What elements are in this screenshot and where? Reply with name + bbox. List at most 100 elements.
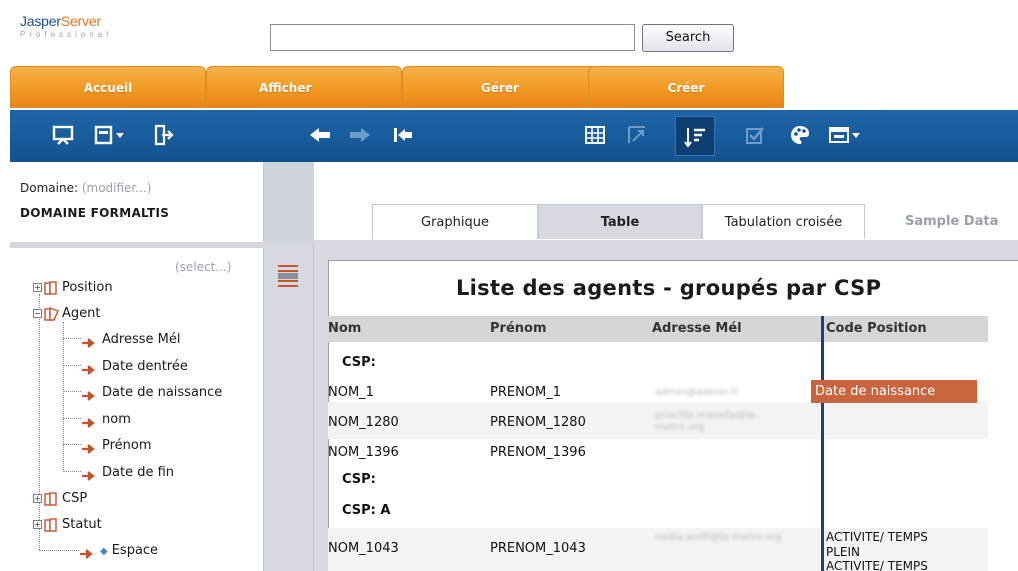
expand-plus-icon[interactable]: + — [33, 494, 42, 503]
palette-icon[interactable] — [787, 124, 813, 148]
column-drop-indicator — [821, 316, 824, 571]
back-arrow-icon[interactable] — [307, 124, 333, 148]
tree-label: Adresse Mél — [102, 332, 181, 347]
cell-prenom: PRENOM_1 — [490, 385, 562, 400]
save-icon[interactable] — [92, 124, 128, 148]
expand-plus-icon[interactable]: + — [33, 283, 42, 292]
open-folder-icon — [44, 306, 59, 321]
cell-prenom: PRENOM_1043 — [490, 541, 586, 556]
tree-connector — [63, 391, 81, 392]
cell-email: nadia.wolff@la-metro.org — [655, 532, 782, 543]
tree-connector — [63, 418, 81, 419]
field-arrow-icon — [81, 415, 97, 428]
tree-item-statut[interactable]: + Statut — [33, 515, 102, 535]
tree-connector — [63, 338, 81, 339]
field-arrow-icon — [81, 388, 97, 401]
column-header-prenom[interactable]: Prénom — [490, 320, 547, 338]
cell-code-position: ACTIVITE/ TEMPS — [826, 559, 928, 571]
tree-label: Date dentrée — [102, 359, 188, 374]
field-arrow-icon — [81, 362, 97, 375]
tree-item-adresse-mel[interactable]: Adresse Mél — [81, 330, 180, 350]
tree-item-nom[interactable]: nom — [81, 410, 131, 430]
logo-text-server: Server — [60, 13, 101, 29]
collapse-minus-icon[interactable]: − — [33, 309, 42, 318]
field-arrow-icon — [79, 546, 95, 559]
tree-item-date-de-fin[interactable]: Date de fin — [81, 463, 174, 483]
tree-item-date-dentree[interactable]: Date dentrée — [81, 357, 188, 377]
cell-email: priscilla.masella@la-metro.org — [655, 410, 759, 433]
cell-nom: NOM_1 — [328, 385, 374, 400]
tab-afficher[interactable]: Afficher — [206, 66, 402, 108]
group-header: CSP: — [342, 472, 376, 487]
tree-connector — [63, 471, 81, 472]
tree-connector — [39, 294, 40, 550]
drag-handle-icon[interactable] — [274, 262, 302, 290]
tree-connector — [63, 444, 81, 445]
checkbox-icon[interactable] — [742, 124, 768, 148]
tree-label: CSP — [62, 491, 88, 506]
domain-label-row: Domaine: (modifier...) — [20, 181, 151, 195]
tab-tabulation-croisee[interactable]: Tabulation croisée — [702, 204, 865, 239]
undo-all-icon[interactable] — [390, 124, 416, 148]
jasperserver-window: JasperServer Professional Search Accueil… — [0, 0, 1018, 571]
export-icon[interactable] — [150, 124, 176, 148]
tree-label: nom — [102, 412, 131, 427]
cell-nom: NOM_1396 — [328, 445, 399, 460]
logo-text-jasper: Jasper — [20, 13, 61, 29]
field-arrow-icon — [81, 468, 97, 481]
search-input[interactable] — [270, 24, 635, 51]
cell-nom: NOM_1043 — [328, 541, 399, 556]
domain-label: Domaine: — [20, 181, 78, 195]
tree-item-date-de-naissance[interactable]: Date de naissance — [81, 383, 222, 403]
presentation-icon[interactable] — [50, 124, 76, 148]
tab-table[interactable]: Table — [538, 204, 702, 239]
forward-arrow-icon[interactable] — [347, 124, 373, 148]
tree-item-agent[interactable]: − Agent — [33, 304, 100, 324]
folder-icon — [44, 517, 58, 532]
layout-icon[interactable] — [826, 124, 866, 148]
tab-creer[interactable]: Créer — [588, 66, 784, 108]
folder-icon — [44, 491, 58, 506]
logo-subtitle: Professional — [20, 30, 113, 39]
tab-sample-data[interactable]: Sample Data — [865, 204, 1018, 239]
grid-icon[interactable] — [582, 124, 608, 148]
tree-label: Date de fin — [102, 465, 175, 480]
domain-modify-link[interactable]: (modifier...) — [82, 181, 152, 195]
cell-email: admin@admin.fr — [655, 387, 739, 398]
tree-item-espace[interactable]: ◆ Espace — [79, 541, 158, 561]
select-link[interactable]: (select...) — [175, 260, 231, 274]
tree-item-position[interactable]: + Position — [33, 278, 113, 298]
tree-connector — [63, 322, 64, 472]
domain-name: DOMAINE FORMALTIS — [20, 206, 170, 220]
dragged-field-label[interactable]: Date de naissance — [811, 380, 977, 403]
header: JasperServer Professional Search — [0, 0, 1018, 64]
group-header: CSP: A — [342, 503, 391, 518]
tree-label: Position — [62, 280, 113, 295]
cell-prenom: PRENOM_1396 — [490, 445, 586, 460]
report-title[interactable]: Liste des agents - groupés par CSP — [456, 276, 881, 300]
folder-icon — [44, 280, 58, 295]
expand-plus-icon[interactable]: + — [33, 520, 42, 529]
cell-prenom: PRENOM_1280 — [490, 415, 586, 430]
main-nav-tabs: Accueil Afficher Gérer Créer — [10, 66, 1018, 108]
tree-label: Agent — [62, 306, 101, 321]
tree-connector — [63, 365, 81, 366]
search-button[interactable]: Search — [642, 24, 734, 52]
sort-icon[interactable] — [675, 116, 715, 156]
jasperserver-logo[interactable]: JasperServer Professional — [20, 13, 112, 39]
tree-item-csp[interactable]: + CSP — [33, 489, 87, 509]
tree-item-prenom[interactable]: Prénom — [81, 436, 152, 456]
field-arrow-icon — [81, 441, 97, 454]
tab-gerer[interactable]: Gérer — [402, 66, 598, 108]
tab-accueil[interactable]: Accueil — [10, 66, 206, 108]
tree-label: Date de naissance — [102, 385, 223, 400]
tree-label: Espace — [111, 543, 159, 558]
pivot-icon[interactable] — [624, 124, 650, 148]
group-header: CSP: — [342, 355, 376, 370]
column-header-code-position[interactable]: Code Position — [826, 320, 927, 338]
column-header-nom[interactable]: Nom — [328, 320, 361, 338]
field-arrow-icon — [81, 335, 97, 348]
column-header-adresse-mel[interactable]: Adresse Mél — [652, 320, 742, 338]
tab-graphique[interactable]: Graphique — [372, 204, 538, 239]
tree-label: Statut — [62, 517, 102, 532]
